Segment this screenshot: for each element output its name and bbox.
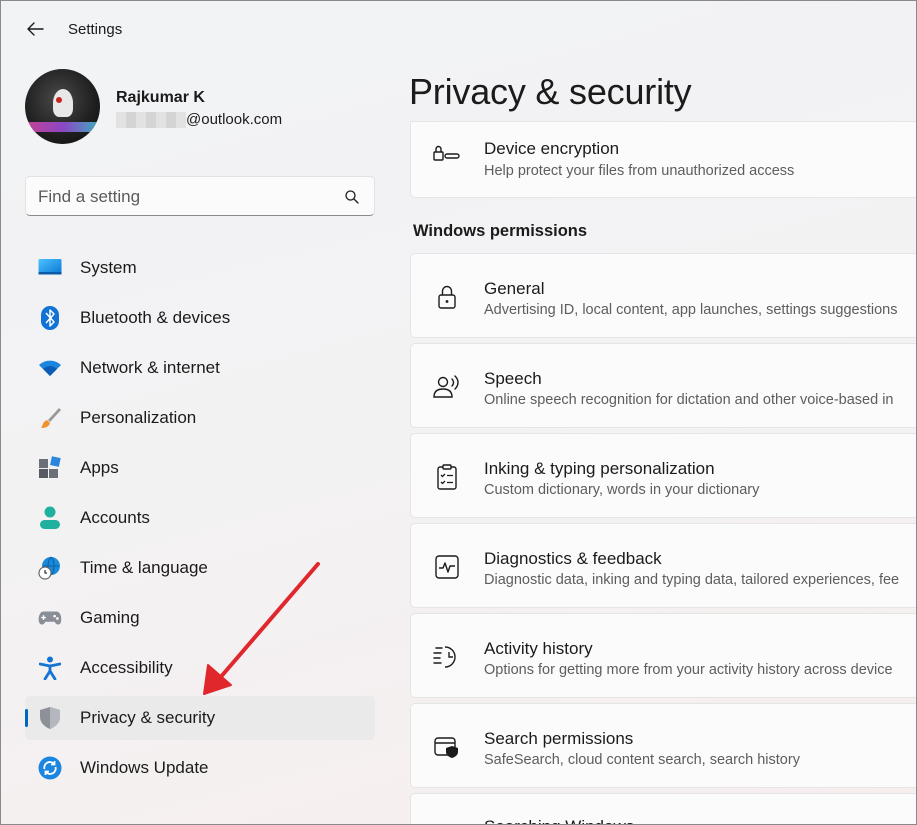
setting-card-general[interactable]: General Advertising ID, local content, a… bbox=[410, 253, 916, 338]
nav-label: Windows Update bbox=[80, 758, 209, 777]
nav-item-bluetooth-devices[interactable]: Bluetooth & devices bbox=[25, 296, 375, 340]
app-title: Settings bbox=[68, 21, 123, 38]
user-name: Rajkumar K bbox=[116, 89, 205, 106]
card-subtitle: Diagnostic data, inking and typing data,… bbox=[484, 572, 900, 588]
nav-label: System bbox=[80, 258, 137, 277]
title-bar: Settings bbox=[1, 1, 916, 57]
card-subtitle: Help protect your files from unauthorize… bbox=[484, 163, 795, 179]
section-heading: Windows permissions bbox=[413, 222, 588, 240]
person-icon bbox=[38, 506, 62, 530]
monitor-icon bbox=[38, 256, 62, 280]
nav-item-system[interactable]: System bbox=[25, 246, 375, 290]
setting-card-device-encryption[interactable]: Device encryption Help protect your file… bbox=[410, 121, 916, 198]
nav-label: Network & internet bbox=[80, 358, 220, 377]
apps-icon bbox=[38, 456, 62, 480]
clipboard-checklist-icon bbox=[433, 463, 461, 491]
nav-label: Privacy & security bbox=[80, 708, 216, 727]
shield-icon bbox=[38, 706, 62, 730]
bluetooth-icon bbox=[38, 306, 62, 330]
nav-label: Time & language bbox=[80, 558, 208, 577]
search-input[interactable] bbox=[38, 186, 338, 208]
card-title: Searching Windows bbox=[484, 817, 634, 824]
card-subtitle: Advertising ID, local content, app launc… bbox=[484, 302, 898, 318]
card-title: General bbox=[484, 279, 545, 298]
speech-icon bbox=[433, 373, 461, 401]
card-subtitle: SafeSearch, cloud content search, search… bbox=[484, 752, 800, 768]
card-title: Search permissions bbox=[484, 729, 634, 748]
gamepad-icon bbox=[38, 606, 62, 630]
nav-label: Accessibility bbox=[80, 658, 173, 677]
card-title: Diagnostics & feedback bbox=[484, 549, 662, 568]
nav-item-apps[interactable]: Apps bbox=[25, 446, 375, 490]
update-icon bbox=[38, 756, 62, 780]
nav-item-privacy-security[interactable]: Privacy & security bbox=[25, 696, 375, 740]
card-title: Speech bbox=[484, 369, 542, 388]
nav-label: Gaming bbox=[80, 608, 140, 627]
nav-item-windows-update[interactable]: Windows Update bbox=[25, 746, 375, 790]
card-subtitle: Options for getting more from your activ… bbox=[484, 662, 893, 678]
nav-label: Accounts bbox=[80, 508, 150, 527]
card-title: Inking & typing personalization bbox=[484, 459, 715, 478]
nav-label: Apps bbox=[80, 458, 119, 477]
card-title: Device encryption bbox=[484, 139, 620, 158]
setting-card-search-permissions[interactable]: Search permissions SafeSearch, cloud con… bbox=[410, 703, 916, 788]
nav-item-time-language[interactable]: Time & language bbox=[25, 546, 375, 590]
setting-card-speech[interactable]: Speech Online speech recognition for dic… bbox=[410, 343, 916, 428]
card-subtitle: Online speech recognition for dictation … bbox=[484, 392, 894, 408]
card-subtitle: Custom dictionary, words in your diction… bbox=[484, 482, 760, 498]
avatar[interactable] bbox=[25, 69, 100, 144]
search-shield-icon bbox=[433, 733, 461, 761]
pulse-icon bbox=[433, 553, 461, 581]
nav-item-network-internet[interactable]: Network & internet bbox=[25, 346, 375, 390]
search-icon[interactable] bbox=[344, 189, 360, 210]
setting-card-searching-windows[interactable]: Searching Windows bbox=[410, 793, 916, 824]
nav-item-personalization[interactable]: Personalization bbox=[25, 396, 375, 440]
nav-label: Personalization bbox=[80, 408, 197, 427]
back-arrow-icon bbox=[27, 22, 44, 36]
wifi-icon bbox=[38, 356, 62, 380]
search-box[interactable] bbox=[25, 176, 375, 216]
nav-item-accounts[interactable]: Accounts bbox=[25, 496, 375, 540]
nav-label: Bluetooth & devices bbox=[80, 308, 231, 327]
nav-item-accessibility[interactable]: Accessibility bbox=[25, 646, 375, 690]
email-suffix: @outlook.com bbox=[186, 111, 283, 128]
back-button[interactable] bbox=[19, 15, 51, 43]
setting-card-activity-history[interactable]: Activity history Options for getting mor… bbox=[410, 613, 916, 698]
user-email: @outlook.com bbox=[116, 111, 282, 128]
selected-indicator bbox=[25, 709, 28, 727]
page-title: Privacy & security bbox=[409, 71, 692, 112]
setting-card-inking-typing[interactable]: Inking & typing personalization Custom d… bbox=[410, 433, 916, 518]
encryption-key-icon bbox=[433, 140, 461, 168]
lock-icon bbox=[433, 283, 461, 311]
setting-card-diagnostics-feedback[interactable]: Diagnostics & feedback Diagnostic data, … bbox=[410, 523, 916, 608]
nav-item-gaming[interactable]: Gaming bbox=[25, 596, 375, 640]
settings-window: Settings Rajkumar K @outlook.com System … bbox=[0, 0, 917, 825]
history-icon bbox=[433, 643, 461, 671]
card-title: Activity history bbox=[484, 639, 593, 658]
redacted-email-block bbox=[116, 111, 186, 128]
accessibility-icon bbox=[38, 656, 62, 680]
globe-clock-icon bbox=[38, 556, 62, 580]
paintbrush-icon bbox=[38, 406, 62, 430]
